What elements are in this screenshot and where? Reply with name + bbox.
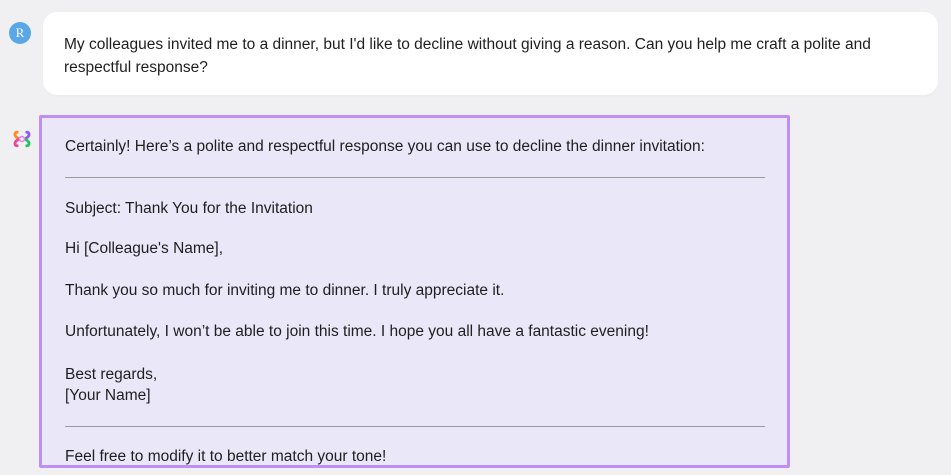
email-greeting: Hi [Colleague's Name], bbox=[65, 240, 224, 257]
response-divider-bottom bbox=[65, 426, 765, 427]
email-signoff: Best regards, bbox=[65, 366, 158, 383]
chat-page: R My colleagues invited me to a dinner, … bbox=[0, 0, 951, 475]
email-body-paragraph-2: Unfortunately, I won’t be able to join t… bbox=[65, 323, 649, 340]
assistant-closing-note: Feel free to modify it to better match y… bbox=[65, 448, 387, 465]
user-message-text: My colleagues invited me to a dinner, bu… bbox=[64, 36, 871, 76]
user-message-bubble: My colleagues invited me to a dinner, bu… bbox=[43, 12, 938, 95]
email-body-paragraph-1: Thank you so much for inviting me to din… bbox=[65, 282, 505, 299]
email-subject-line: Subject: Thank You for the Invitation bbox=[65, 200, 313, 217]
email-signature: [Your Name] bbox=[65, 387, 151, 404]
response-divider-top bbox=[65, 177, 765, 178]
assistant-message-bubble: Certainly! Here’s a polite and respectfu… bbox=[39, 115, 790, 468]
user-avatar: R bbox=[9, 22, 31, 44]
multicolor-knot-icon bbox=[13, 130, 31, 148]
assistant-intro-text: Certainly! Here’s a polite and respectfu… bbox=[65, 138, 705, 155]
